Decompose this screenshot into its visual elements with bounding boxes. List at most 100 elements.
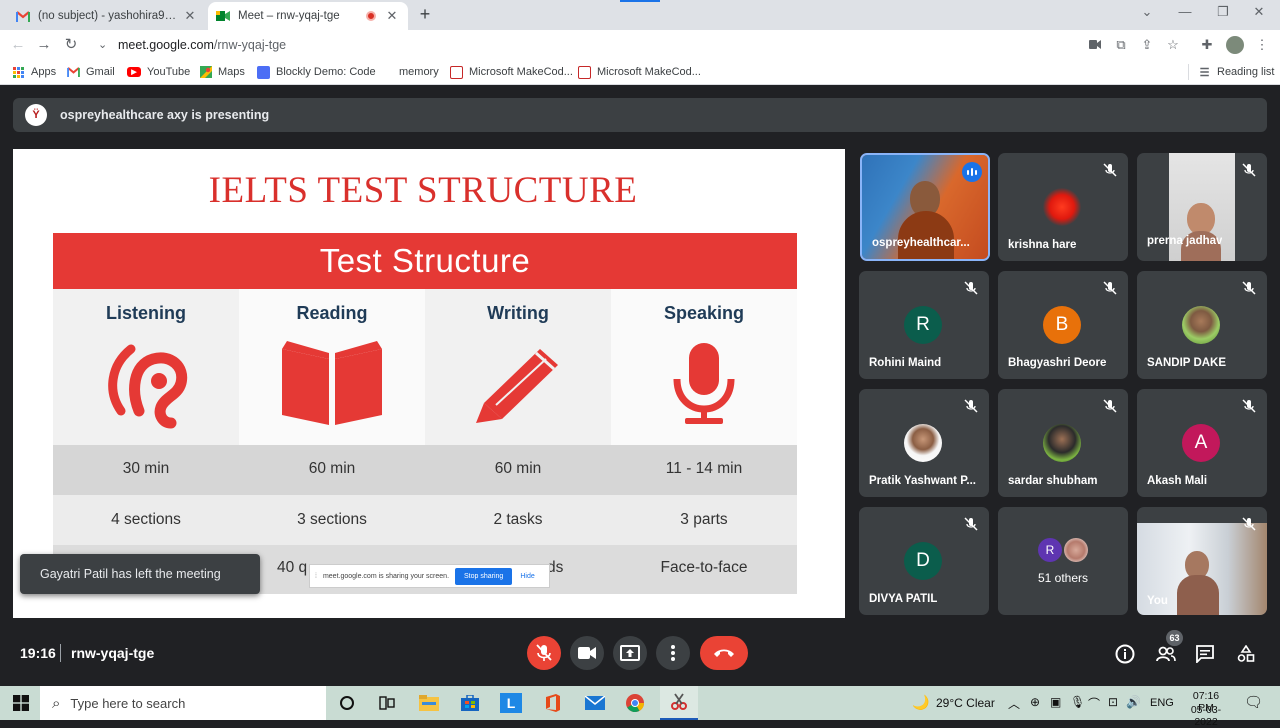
office-icon[interactable] (542, 693, 564, 713)
hide-button[interactable]: Hide (520, 573, 534, 580)
stop-sharing-button[interactable]: Stop sharing (455, 567, 513, 585)
participant-avatar: A (1182, 424, 1220, 462)
bookmark-apps[interactable]: Apps (12, 64, 56, 80)
tab-close-icon[interactable]: ✕ (384, 8, 400, 24)
tab-close-icon[interactable]: ✕ (182, 8, 198, 24)
reading-list-label: Reading list (1217, 66, 1275, 78)
minimize-icon[interactable]: — (1170, 4, 1200, 22)
mail-icon[interactable] (584, 693, 606, 713)
volume-icon[interactable]: 🔊 (1126, 695, 1141, 709)
participant-tile[interactable]: ospreyhealthcar... (860, 153, 990, 261)
column-heading: Reading (296, 303, 368, 323)
app-l-icon[interactable]: L (500, 693, 522, 713)
windows-start-icon[interactable] (10, 693, 32, 713)
microphone-toggle-button[interactable] (527, 636, 561, 670)
meeting-details-button[interactable] (1114, 643, 1136, 665)
others-tile[interactable]: R 51 others (998, 507, 1128, 615)
present-screen-icon (620, 645, 640, 661)
camera-toggle-button[interactable] (570, 636, 604, 670)
chat-button[interactable] (1194, 643, 1216, 665)
participant-avatar: R (1038, 538, 1062, 562)
bookmark-maps[interactable]: Maps (199, 64, 245, 80)
extensions-icon[interactable]: ✚ (1198, 36, 1216, 54)
participant-avatar (1043, 188, 1081, 226)
taskbar-search-box[interactable]: ⌕ Type here to search (40, 686, 326, 720)
leave-call-button[interactable] (700, 636, 748, 670)
language-indicator[interactable]: ENG (1150, 697, 1174, 709)
wifi-icon[interactable]: ⌒ (1088, 695, 1100, 712)
participant-tile[interactable]: B Bhagyashri Deore (998, 271, 1128, 379)
participant-tile[interactable]: SANDIP DAKE (1137, 271, 1267, 379)
tab-meet[interactable]: Meet – rnw-yqaj-tge ✕ (208, 2, 408, 30)
address-bar[interactable]: ⌄ meet.google.com/rnw-yqaj-tge (90, 32, 1090, 58)
bookmark-youtube[interactable]: ▶ YouTube (127, 64, 190, 80)
self-tile[interactable]: You (1137, 507, 1267, 615)
taskbar-date[interactable]: 05-03-2022 (1180, 704, 1232, 728)
window-close-icon[interactable]: ✕ (1244, 4, 1274, 22)
activities-button[interactable] (1235, 643, 1257, 665)
participant-tile[interactable]: prerna jadhav (1137, 153, 1267, 261)
forward-icon[interactable]: → (33, 35, 55, 55)
weather-icon[interactable]: 🌙 (912, 694, 929, 711)
show-hidden-icons-icon[interactable]: ︿ (1008, 695, 1020, 712)
new-tab-button[interactable]: + (414, 3, 436, 25)
participant-name: ospreyhealthcar... (872, 237, 970, 249)
more-options-button[interactable] (656, 636, 690, 670)
participant-avatar (904, 424, 942, 462)
shared-screen-slide: IELTS TEST STRUCTURE Test Structure List… (13, 149, 845, 618)
tray-app-icon[interactable]: ⊕ (1030, 695, 1040, 709)
participant-tile[interactable]: A Akash Mali (1137, 389, 1267, 497)
maximize-icon[interactable]: ❐ (1208, 4, 1238, 22)
notifications-icon[interactable]: 🗨 (1244, 693, 1263, 711)
profile-avatar[interactable] (1226, 36, 1244, 54)
chrome-menu-icon[interactable]: ⋮ (1253, 36, 1271, 54)
back-icon[interactable]: ← (7, 35, 29, 55)
self-body (1177, 575, 1219, 615)
browser-tab-strip: (no subject) - yashohira9979@gm ✕ Meet –… (0, 0, 1280, 30)
bookmark-gmail[interactable]: Gmail (67, 64, 115, 80)
people-icon (1156, 646, 1176, 662)
participant-tile[interactable]: Pratik Yashwant P... (859, 389, 989, 497)
participant-name: Pratik Yashwant P... (869, 475, 976, 487)
participant-tile[interactable]: D DIVYA PATIL (859, 507, 989, 615)
bookmark-star-icon[interactable]: ☆ (1164, 36, 1182, 54)
microphone-tray-icon[interactable]: 🎙 (1070, 695, 1085, 709)
snipping-tool-icon[interactable] (660, 686, 698, 720)
present-screen-button[interactable] (613, 636, 647, 670)
meet-icon (216, 9, 230, 23)
reading-list-button[interactable]: ☰ Reading list (1188, 64, 1274, 80)
people-button[interactable] (1155, 643, 1177, 665)
participant-tile[interactable]: sardar shubham (998, 389, 1128, 497)
network-icon[interactable]: ⊡ (1108, 695, 1118, 709)
cortana-icon[interactable] (336, 693, 358, 713)
participant-avatar: D (904, 542, 942, 580)
camera-in-use-icon[interactable] (1086, 36, 1104, 54)
store-icon[interactable] (459, 693, 481, 713)
bookmark-memory[interactable]: memory (399, 64, 439, 80)
pencil-icon (425, 341, 611, 431)
tab-gmail[interactable]: (no subject) - yashohira9979@gm ✕ (8, 2, 206, 30)
participant-tile[interactable]: krishna hare (998, 153, 1128, 261)
chrome-icon[interactable] (624, 693, 646, 713)
meeting-code: rnw-yqaj-tge (71, 645, 155, 661)
speaking-indicator-icon (962, 162, 982, 182)
bookmark-blockly[interactable]: Blockly Demo: Code (257, 64, 376, 80)
participant-avatar (1043, 424, 1081, 462)
camera-tray-icon[interactable]: ▣ (1050, 695, 1061, 709)
url-host: meet.google.com (118, 38, 214, 52)
file-explorer-icon[interactable] (418, 693, 440, 713)
task-view-icon[interactable] (376, 693, 398, 713)
tab-search-icon[interactable]: ⌄ (1132, 4, 1162, 22)
participant-avatar (1064, 538, 1088, 562)
mic-off-icon (1242, 163, 1256, 177)
share-icon[interactable]: ⇪ (1138, 36, 1156, 54)
reload-icon[interactable]: ↻ (60, 35, 82, 55)
bookmark-makecode-2[interactable]: Microsoft MakeCod... (578, 64, 701, 80)
divider (60, 644, 61, 662)
open-in-new-icon[interactable]: ⧉ (1112, 36, 1130, 54)
bookmark-makecode-1[interactable]: Microsoft MakeCod... (450, 64, 573, 80)
participant-tile[interactable]: R Rohini Maind (859, 271, 989, 379)
site-info-icon[interactable]: ⌄ (98, 38, 107, 51)
drag-handle-icon[interactable]: ⁞ (315, 573, 317, 580)
weather-text[interactable]: 29°C Clear (936, 696, 995, 710)
